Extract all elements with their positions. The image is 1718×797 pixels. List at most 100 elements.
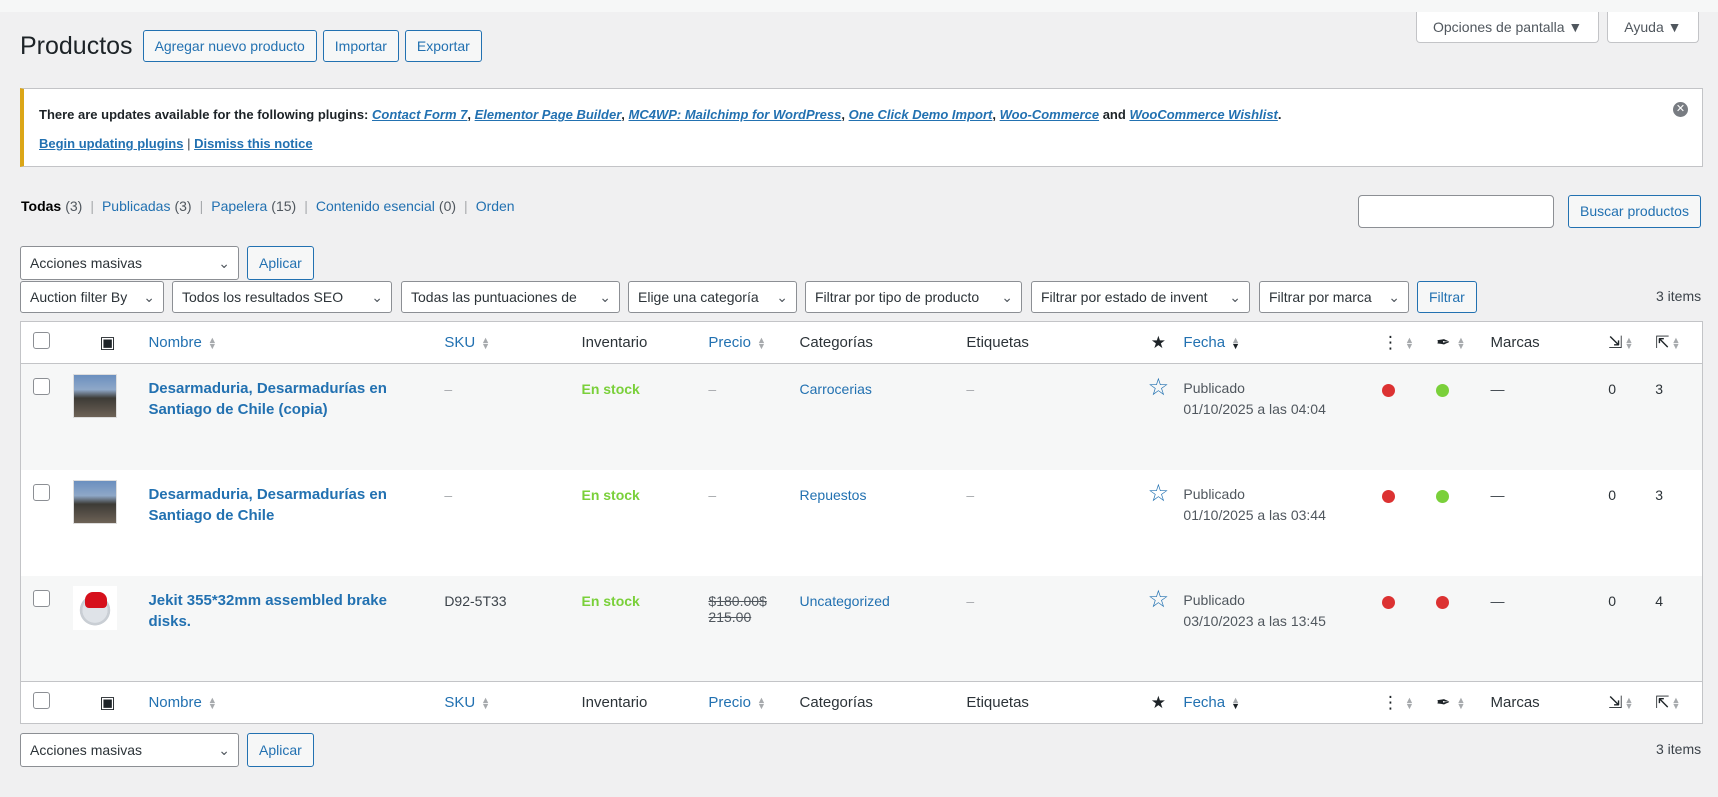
product-thumbnail[interactable]: [72, 479, 117, 524]
view-all-count: (3): [65, 198, 83, 214]
plugin-link-wishlist[interactable]: WooCommerce Wishlist: [1129, 107, 1277, 122]
outgoing-links-icon[interactable]: ⇱: [1655, 693, 1669, 713]
select-all-checkbox[interactable]: [33, 332, 50, 349]
publish-date: 03/10/2023 a las 13:45: [1183, 612, 1326, 629]
incoming-links-count: 0: [1608, 592, 1617, 609]
price-regular: $180.00$: [708, 592, 767, 609]
sort-icon: ▲ ▼: [1231, 695, 1241, 712]
bulk-actions-select-bottom[interactable]: Acciones masivas ⌄: [20, 733, 239, 767]
close-icon[interactable]: ✕: [1673, 102, 1688, 117]
screen-options-button[interactable]: Opciones de pantalla ▼: [1416, 12, 1600, 43]
incoming-links-icon[interactable]: ⇲: [1608, 693, 1622, 713]
product-price: –: [708, 381, 717, 397]
readability-filter-select[interactable]: Todas las puntuaciones de ⌄: [401, 281, 620, 313]
outgoing-links-icon[interactable]: ⇱: [1655, 333, 1669, 353]
search-input[interactable]: [1358, 195, 1554, 228]
view-cornerstone[interactable]: Contenido esencial: [316, 198, 435, 214]
product-type-filter-select[interactable]: Filtrar por tipo de producto ⌄: [805, 281, 1022, 313]
product-date: Publicado 01/10/2025 a las 04:04: [1183, 378, 1382, 420]
sort-icon: ▲ ▼: [207, 335, 217, 352]
import-button[interactable]: Importar: [322, 30, 399, 62]
column-name[interactable]: Nombre: [148, 334, 201, 351]
product-category-link[interactable]: Carrocerias: [800, 364, 967, 397]
auction-filter-select[interactable]: Auction filter By ⌄: [20, 281, 164, 313]
product-name-link[interactable]: Jekit 355*32mm assembled brake disks.: [148, 590, 444, 632]
begin-updating-link[interactable]: Begin updating plugins: [39, 136, 183, 151]
featured-star-icon[interactable]: ★: [1151, 333, 1166, 353]
apply-button-bottom[interactable]: Aplicar: [247, 733, 314, 767]
row-checkbox[interactable]: [33, 589, 50, 607]
row-checkbox[interactable]: [33, 378, 50, 395]
seo-score-icon[interactable]: ⋮: [1382, 333, 1399, 353]
column-date[interactable]: Fecha: [1183, 334, 1225, 351]
plugin-link-elementor[interactable]: Elementor Page Builder: [475, 107, 622, 122]
readability-filter-label: Todas las puntuaciones de: [411, 289, 577, 305]
sort-icon: ▲ ▼: [1405, 334, 1414, 351]
product-thumbnail[interactable]: [72, 585, 117, 630]
view-order[interactable]: Orden: [476, 198, 515, 214]
column-price[interactable]: Precio: [708, 694, 751, 711]
dismiss-notice-link[interactable]: Dismiss this notice: [194, 136, 312, 151]
status-views: Todas (3) | Publicadas (3) | Papelera (15) …: [21, 198, 515, 214]
featured-star-icon[interactable]: ★: [1151, 693, 1166, 713]
help-button[interactable]: Ayuda ▼: [1607, 12, 1699, 43]
sort-icon: ▲ ▼: [481, 695, 491, 712]
column-price[interactable]: Precio: [708, 334, 751, 351]
add-product-button[interactable]: Agregar nuevo producto: [142, 30, 317, 62]
product-thumbnail[interactable]: [72, 374, 117, 418]
category-filter-select[interactable]: Elige una categoría ⌄: [628, 281, 797, 313]
incoming-links-count: 0: [1608, 381, 1617, 397]
select-all-checkbox-bottom[interactable]: [33, 692, 50, 709]
export-button[interactable]: Exportar: [404, 30, 482, 62]
row-checkbox[interactable]: [33, 483, 50, 501]
chevron-down-icon: ⌄: [776, 289, 788, 305]
view-published[interactable]: Publicadas: [102, 198, 171, 214]
readability-feather-icon[interactable]: ✒: [1436, 693, 1450, 713]
plugin-link-mc4wp[interactable]: MC4WP: Mailchimp for WordPress: [629, 107, 842, 122]
readability-feather-icon[interactable]: ✒: [1436, 333, 1450, 353]
bulk-actions-select-top[interactable]: Acciones masivas ⌄: [20, 246, 239, 280]
brand-filter-select[interactable]: Filtrar por marca ⌄: [1259, 281, 1409, 313]
filter-button[interactable]: Filtrar: [1417, 281, 1477, 313]
column-sku[interactable]: SKU: [444, 694, 475, 711]
bulk-actions-label: Acciones masivas: [30, 255, 143, 271]
product-price: $180.00$ 215.00: [708, 576, 799, 625]
star-outline-icon[interactable]: ☆: [1148, 481, 1170, 506]
star-outline-icon[interactable]: ☆: [1148, 376, 1170, 400]
column-date[interactable]: Fecha: [1183, 694, 1225, 711]
product-tags: –: [966, 486, 975, 503]
plugin-link-contact-form[interactable]: Contact Form 7: [372, 107, 467, 122]
table-footer-row: ▣ Nombre ▲ ▼ SKU ▲ ▼ Inventario Precio ▲ ▼ Cat…: [20, 681, 1703, 724]
category-filter-label: Elige una categoría: [638, 289, 759, 305]
product-name-link[interactable]: Desarmaduria, Desarmadurías en Santiago …: [148, 484, 444, 526]
product-type-filter-label: Filtrar por tipo de producto: [815, 289, 980, 305]
chevron-down-icon: ⌄: [143, 289, 155, 305]
stock-filter-select[interactable]: Filtrar por estado de invent ⌄: [1031, 281, 1250, 313]
seo-score-icon[interactable]: ⋮: [1382, 693, 1399, 713]
view-all[interactable]: Todas: [21, 198, 61, 214]
incoming-links-icon[interactable]: ⇲: [1608, 333, 1622, 353]
seo-filter-select[interactable]: Todos los resultados SEO ⌄: [172, 281, 392, 313]
price-old: 215.00: [708, 608, 752, 625]
product-tags: –: [966, 381, 975, 397]
product-name-link[interactable]: Desarmaduria, Desarmadurías en Santiago …: [148, 378, 444, 420]
stock-status: En stock: [581, 592, 640, 609]
search-products-button[interactable]: Buscar productos: [1568, 195, 1701, 228]
product-date: Publicado 03/10/2023 a las 13:45: [1183, 590, 1382, 632]
column-name[interactable]: Nombre: [148, 694, 201, 711]
publish-date: 01/10/2025 a las 03:44: [1183, 506, 1326, 523]
product-category-link[interactable]: Uncategorized: [800, 576, 967, 609]
apply-button-top[interactable]: Aplicar: [247, 246, 314, 280]
plugin-link-demo-import[interactable]: One Click Demo Import: [849, 107, 993, 122]
page-header: Productos Agregar nuevo producto Importa…: [20, 30, 488, 62]
plugin-link-woocommerce[interactable]: Woo-Commerce: [1000, 107, 1099, 122]
chevron-down-icon: ⌄: [599, 289, 611, 305]
publish-status: Publicado: [1183, 591, 1245, 608]
product-category-link[interactable]: Repuestos: [800, 470, 967, 503]
products-table: ▣ Nombre ▲ ▼ SKU ▲ ▼ Inventario Precio ▲ ▼ Cat…: [20, 321, 1703, 724]
column-sku[interactable]: SKU: [444, 334, 475, 351]
seo-score-dot: [1382, 384, 1395, 397]
chevron-down-icon: ⌄: [1388, 289, 1400, 305]
star-outline-icon[interactable]: ☆: [1148, 587, 1170, 612]
view-trash[interactable]: Papelera: [211, 198, 267, 214]
